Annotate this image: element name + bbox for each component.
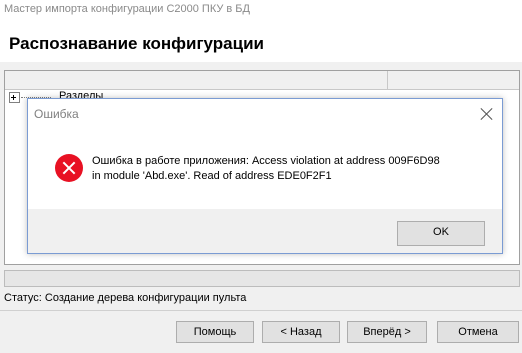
error-dialog: Ошибка Ошибка в работе приложения: Acces… [27, 98, 503, 254]
window-title: Мастер импорта конфигурации С2000 ПКУ в … [4, 3, 250, 15]
dialog-footer: OK [28, 209, 502, 253]
window-titlebar: Мастер импорта конфигурации С2000 ПКУ в … [0, 0, 522, 22]
tree-column-header-name[interactable] [5, 71, 388, 89]
help-button[interactable]: Помощь [176, 321, 254, 343]
close-icon[interactable] [480, 107, 494, 121]
error-icon [55, 154, 83, 182]
next-button[interactable]: Вперёд > [347, 321, 427, 343]
cancel-button[interactable]: Отмена [437, 321, 519, 343]
wizard-header: Распознавание конфигурации [0, 22, 522, 62]
page-title: Распознавание конфигурации [9, 34, 264, 53]
tree-column-header [5, 71, 519, 90]
dialog-title: Ошибка [34, 107, 79, 121]
status-text: Статус: Создание дерева конфигурации пул… [4, 292, 247, 304]
back-button[interactable]: < Назад [262, 321, 340, 343]
plus-expander-icon[interactable] [9, 92, 20, 103]
progress-bar [4, 270, 520, 287]
dialog-titlebar: Ошибка [28, 99, 502, 129]
error-message: Ошибка в работе приложения: Access viola… [92, 155, 440, 182]
footer-divider [0, 310, 522, 311]
tree-column-header-value[interactable] [388, 71, 519, 89]
ok-button[interactable]: OK [397, 221, 485, 246]
